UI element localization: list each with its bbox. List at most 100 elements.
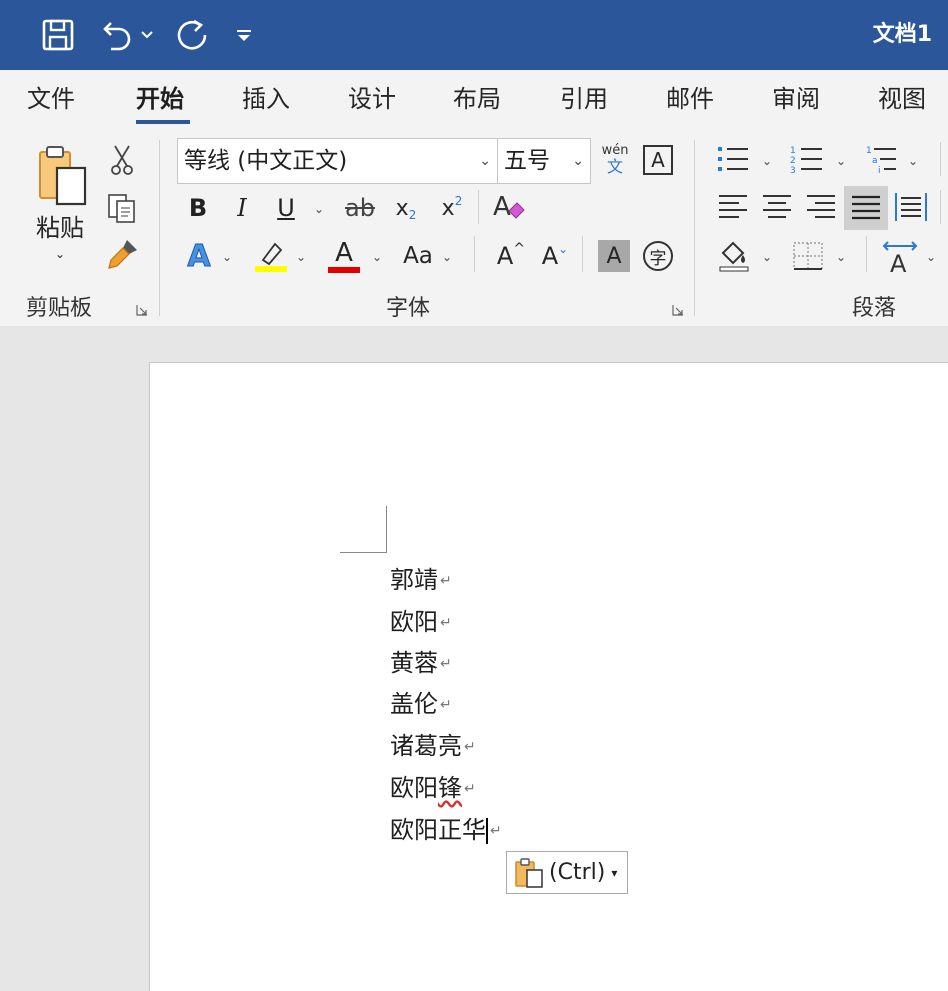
italic-button[interactable]: I [228, 190, 256, 226]
tab-view[interactable]: 视图 [878, 70, 926, 126]
char-border-icon: A [643, 145, 673, 175]
text-line[interactable]: 郭靖 ↵ [390, 560, 452, 595]
numbering-icon: 123 [790, 146, 822, 174]
text-line[interactable]: 欧阳锋 ↵ [390, 768, 476, 803]
paragraph-mark-icon: ↵ [440, 656, 452, 672]
font-name-value: 等线 (中文正文) [184, 148, 348, 174]
superscript-button[interactable]: x2 [436, 190, 468, 226]
change-case-dropdown-icon[interactable]: ⌄ [442, 250, 452, 264]
tab-insert[interactable]: 插入 [242, 70, 290, 126]
distributed-button[interactable] [892, 188, 930, 226]
paste-dropdown-icon[interactable]: ⌄ [55, 247, 65, 261]
line-spacing-dropdown-icon[interactable]: ⌄ [926, 250, 936, 264]
character-border-button[interactable]: A [640, 142, 676, 178]
format-painter-button[interactable] [104, 236, 140, 272]
group-separator [474, 236, 475, 272]
tab-mailings[interactable]: 邮件 [666, 70, 714, 126]
tab-references[interactable]: 引用 [560, 70, 608, 126]
change-case-button[interactable]: Aa [398, 238, 438, 274]
justify-icon [852, 195, 880, 220]
spelling-error[interactable]: 锋 [438, 774, 462, 802]
highlight-button[interactable] [252, 236, 290, 276]
copy-button[interactable] [104, 190, 140, 226]
cut-button[interactable] [106, 142, 138, 178]
tab-home[interactable]: 开始 [136, 70, 184, 126]
align-right-button[interactable] [802, 188, 840, 226]
text-effects-dropdown-icon[interactable]: ⌄ [222, 250, 232, 264]
paragraph-mark-icon: ↵ [440, 697, 452, 713]
text-line[interactable]: 黄蓉 ↵ [390, 643, 452, 678]
underline-button[interactable]: U [272, 190, 300, 226]
multilevel-list-button[interactable]: 1ai [864, 142, 902, 176]
paste-icon [39, 146, 87, 206]
document-page[interactable] [149, 362, 948, 991]
line-spacing-button[interactable]: A [878, 236, 922, 276]
subscript-button[interactable]: x2 [390, 190, 422, 226]
tab-layout[interactable]: 布局 [453, 70, 501, 126]
align-center-button[interactable] [758, 188, 796, 226]
bullets-button[interactable] [714, 142, 752, 176]
text-line[interactable]: 诸葛亮 ↵ [390, 726, 476, 761]
undo-dropdown-icon[interactable] [138, 0, 156, 70]
numbering-dropdown-icon[interactable]: ⌄ [836, 154, 846, 168]
font-color-dropdown-icon[interactable]: ⌄ [372, 250, 382, 264]
paste-options-button[interactable]: (Ctrl) ▾ [506, 851, 628, 894]
phonetic-guide-button[interactable]: wén 文 [598, 140, 632, 180]
enclose-icon: 字 [643, 241, 673, 271]
group-separator [478, 190, 479, 224]
paste-button[interactable]: 粘贴 ⌄ [24, 144, 96, 274]
tab-design[interactable]: 设计 [348, 70, 396, 126]
font-size-select[interactable]: 五号 ⌄ [497, 138, 591, 184]
clipboard-icon [515, 857, 543, 888]
svg-text:i: i [878, 166, 881, 174]
borders-button[interactable] [788, 236, 828, 276]
numbering-button[interactable]: 123 [788, 142, 826, 176]
highlight-dropdown-icon[interactable]: ⌄ [296, 250, 306, 264]
save-icon[interactable] [38, 0, 78, 70]
text-line[interactable]: 欧阳正华 ↵ [390, 810, 502, 845]
paragraph-group-label: 段落 [852, 296, 897, 321]
justify-button[interactable] [844, 186, 888, 230]
shading-button[interactable] [714, 236, 754, 276]
undo-icon[interactable] [98, 0, 138, 70]
grow-font-letter: A [496, 242, 514, 270]
clipboard-launcher-icon[interactable] [136, 304, 148, 316]
underline-dropdown-icon[interactable]: ⌄ [314, 202, 324, 216]
char-spacing-icon: A [882, 241, 918, 274]
font-launcher-icon[interactable] [672, 304, 684, 316]
document-title: 文档1 [872, 22, 932, 47]
text-line[interactable]: 欧阳 ↵ [390, 602, 452, 637]
clear-formatting-button[interactable]: A [490, 188, 528, 226]
highlight-color-swatch [255, 266, 287, 272]
bullets-dropdown-icon[interactable]: ⌄ [762, 154, 772, 168]
group-separator [940, 190, 941, 224]
text-effects-button[interactable]: A [182, 236, 216, 276]
redo-icon[interactable] [172, 0, 212, 70]
multilevel-dropdown-icon[interactable]: ⌄ [908, 154, 918, 168]
tab-review[interactable]: 审阅 [772, 70, 820, 126]
ribbon: 粘贴 ⌄ 剪贴板 等线 (中文正文) ⌄ 五号 ⌄ wén 文 A B I U … [0, 126, 948, 326]
caret-down-icon: ⌄ [558, 242, 569, 256]
tab-file[interactable]: 文件 [27, 70, 75, 126]
chevron-down-icon: ⌄ [572, 153, 584, 169]
strikethrough-button[interactable]: ab [340, 190, 380, 226]
character-shading-button[interactable]: A [598, 240, 630, 272]
customize-qat-icon[interactable] [232, 0, 256, 70]
grow-font-button[interactable]: A ^ [494, 236, 528, 276]
multilevel-list-icon: 1ai [866, 146, 896, 174]
font-color-letter: A [335, 238, 353, 268]
scissors-icon [111, 145, 133, 175]
align-left-button[interactable] [714, 188, 752, 226]
group-separator [582, 236, 583, 272]
shading-dropdown-icon[interactable]: ⌄ [762, 250, 772, 264]
text-line[interactable]: 盖伦 ↵ [390, 684, 452, 719]
borders-dropdown-icon[interactable]: ⌄ [836, 250, 846, 264]
enclose-characters-button[interactable]: 字 [640, 238, 676, 274]
font-name-select[interactable]: 等线 (中文正文) ⌄ [177, 138, 498, 184]
shrink-font-button[interactable]: A ⌄ [538, 236, 572, 276]
margin-corner-mark [340, 552, 387, 553]
paragraph-mark-icon: ↵ [464, 739, 476, 755]
bold-button[interactable]: B [184, 190, 212, 226]
font-color-button[interactable]: A [326, 236, 362, 276]
copy-icon [108, 194, 135, 223]
